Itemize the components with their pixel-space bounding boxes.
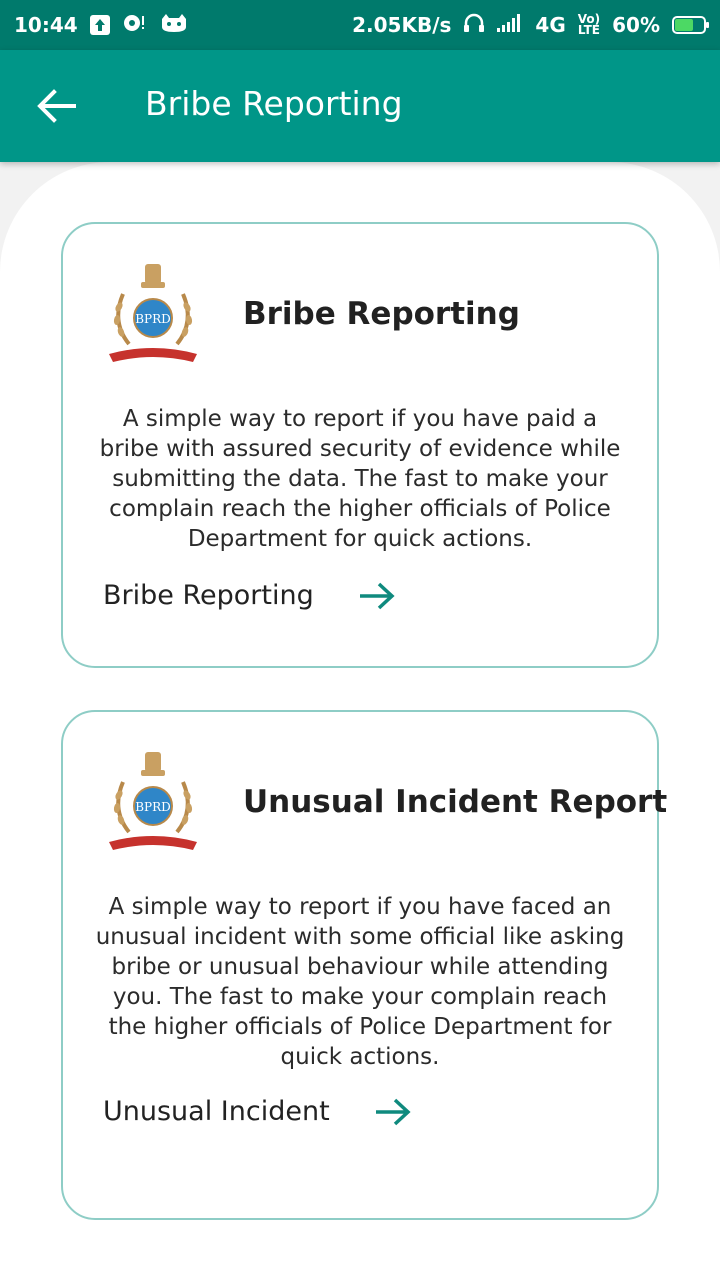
- volte-bottom: LTE: [577, 23, 600, 37]
- bprd-emblem-logo: BPRD: [109, 264, 197, 362]
- app-bar: Bribe Reporting: [0, 50, 720, 162]
- notification-icon: [122, 12, 148, 39]
- status-bar: 10:44 2.05KB/s 4G Vo) LTE 60%: [0, 0, 720, 50]
- status-time: 10:44: [14, 13, 78, 37]
- battery-percent: 60%: [612, 13, 660, 37]
- battery-fill: [675, 19, 693, 31]
- bprd-emblem-logo: BPRD: [109, 752, 197, 850]
- network-type: 4G: [535, 13, 566, 37]
- bribe-reporting-card: BPRD Bribe Reporting A simple way to rep…: [61, 222, 659, 668]
- back-button[interactable]: [28, 78, 84, 134]
- cat-icon: [160, 13, 188, 38]
- unusual-incident-card: BPRD Unusual Incident Report A simple wa…: [61, 710, 667, 1220]
- emblem-text: BPRD: [135, 312, 171, 326]
- card-description: A simple way to report if you have faced…: [95, 894, 625, 1070]
- card-title: Unusual Incident Report: [243, 784, 668, 820]
- page-title: Bribe Reporting: [145, 84, 403, 123]
- signal-icon: [497, 13, 523, 37]
- upload-icon: [89, 15, 110, 35]
- battery-charging-icon: [672, 16, 709, 34]
- unusual-incident-link[interactable]: Unusual Incident: [103, 1096, 412, 1127]
- network-speed: 2.05KB/s: [352, 13, 452, 37]
- bribe-reporting-link[interactable]: Bribe Reporting: [103, 580, 396, 611]
- link-label: Bribe Reporting: [103, 580, 314, 611]
- link-label: Unusual Incident: [103, 1096, 330, 1127]
- status-bar-left: 10:44: [14, 12, 188, 39]
- headphones-icon: [463, 12, 485, 39]
- volte-indicator: Vo) LTE: [577, 13, 600, 37]
- status-bar-right: 2.05KB/s 4G Vo) LTE 60%: [352, 12, 709, 39]
- arrow-right-icon: [375, 1098, 411, 1125]
- card-title: Bribe Reporting: [243, 296, 520, 332]
- emblem-text: BPRD: [135, 800, 171, 814]
- arrow-right-icon: [359, 582, 395, 609]
- arrow-left-icon: [37, 89, 76, 123]
- card-description: A simple way to report if you have paid …: [99, 406, 621, 552]
